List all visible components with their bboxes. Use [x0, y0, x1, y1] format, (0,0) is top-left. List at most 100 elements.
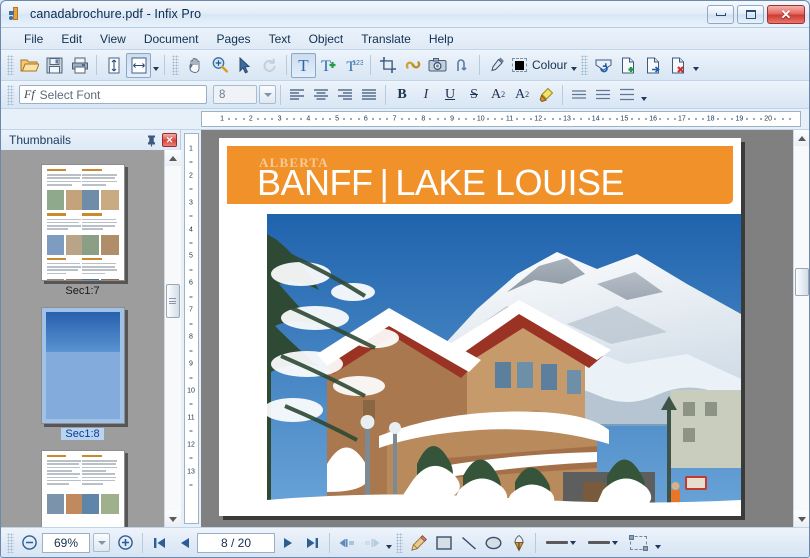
open-icon[interactable]	[17, 53, 42, 78]
maximize-button[interactable]	[737, 4, 764, 24]
underline-button[interactable]: U	[438, 84, 462, 106]
text-reflow-icon[interactable]: T 123	[341, 53, 366, 78]
toolbar-grip[interactable]	[7, 84, 14, 105]
align-left-icon[interactable]	[285, 84, 309, 106]
toolbar-grip[interactable]	[396, 532, 403, 553]
fit-dropdown-chevron-down-icon[interactable]	[151, 55, 160, 75]
zoom-out-icon[interactable]	[17, 531, 42, 554]
align-justify-icon[interactable]	[357, 84, 381, 106]
pages-dropdown-chevron-down-icon[interactable]	[691, 55, 700, 75]
menu-help[interactable]: Help	[420, 30, 463, 48]
toolbar-grip[interactable]	[7, 532, 14, 553]
scroll-down-icon[interactable]	[164, 511, 181, 527]
prev-page-icon[interactable]	[172, 531, 197, 554]
fit-page-icon[interactable]	[101, 53, 126, 78]
thumbnails-scrollbar[interactable]	[164, 150, 181, 527]
page-delete-icon[interactable]	[666, 53, 691, 78]
spacing-dropdown-chevron-down-icon[interactable]	[639, 85, 648, 105]
page-number-input[interactable]: 8 / 20	[197, 532, 275, 553]
print-icon[interactable]	[67, 53, 92, 78]
scrollbar-thumb[interactable]	[165, 284, 180, 318]
toolbar-grip[interactable]	[172, 55, 179, 75]
link-icon[interactable]	[400, 53, 425, 78]
strikethrough-button[interactable]: S	[462, 84, 486, 106]
pin-icon[interactable]	[145, 134, 158, 147]
scrollbar-track[interactable]	[164, 166, 181, 511]
font-select-combobox[interactable]: Ff Select Font	[19, 85, 207, 104]
menu-object[interactable]: Object	[300, 30, 353, 48]
undo-path-icon[interactable]	[450, 53, 475, 78]
line-dash-chevron-down-icon[interactable]	[612, 540, 618, 545]
line-weight-picker[interactable]	[546, 540, 576, 545]
nav-forward-icon[interactable]	[359, 531, 384, 554]
pencil-icon[interactable]	[406, 531, 431, 554]
list-item[interactable]: Sec1:8	[1, 307, 164, 450]
subscript-button[interactable]: A2	[510, 84, 534, 106]
thumbnails-scroll-area[interactable]: Sec1:7 Sec1:8	[1, 150, 164, 527]
line-icon[interactable]	[456, 531, 481, 554]
align-right-icon[interactable]	[333, 84, 357, 106]
last-page-icon[interactable]	[300, 531, 325, 554]
menu-translate[interactable]: Translate	[352, 30, 420, 48]
close-button[interactable]: ✕	[767, 4, 805, 24]
next-page-icon[interactable]	[275, 531, 300, 554]
zoom-in-icon[interactable]	[113, 531, 138, 554]
nav-dropdown-chevron-down-icon[interactable]	[384, 533, 393, 553]
toolbar-grip[interactable]	[7, 55, 14, 75]
line-dash-picker[interactable]	[588, 540, 618, 545]
list-item[interactable]: Sec1:7	[1, 164, 164, 307]
add-text-icon[interactable]: T	[316, 53, 341, 78]
colour-swatch[interactable]	[509, 53, 529, 78]
list-item[interactable]: Sec1:9	[1, 450, 164, 527]
document-scrollbar[interactable]	[793, 130, 809, 527]
eyedropper-icon[interactable]	[484, 53, 509, 78]
line-spacing-1-icon[interactable]	[567, 84, 591, 106]
menu-edit[interactable]: Edit	[52, 30, 91, 48]
menu-view[interactable]: View	[91, 30, 135, 48]
scrollbar-thumb[interactable]	[794, 268, 809, 296]
menu-document[interactable]: Document	[135, 30, 208, 48]
line-weight-chevron-down-icon[interactable]	[570, 540, 576, 545]
line-spacing-2-icon[interactable]	[591, 84, 615, 106]
page-export-icon[interactable]	[641, 53, 666, 78]
scroll-up-icon[interactable]	[793, 130, 809, 146]
menu-pages[interactable]: Pages	[208, 30, 260, 48]
save-icon[interactable]	[42, 53, 67, 78]
document-canvas[interactable]: ALBERTA BANFF | LAKE LOUISE	[201, 130, 793, 527]
pen-nib-icon[interactable]	[506, 531, 531, 554]
scrollbar-track[interactable]	[793, 146, 809, 511]
toolbar-grip[interactable]	[581, 55, 589, 75]
hand-tool-icon[interactable]	[182, 53, 207, 78]
bold-button[interactable]: B	[390, 84, 414, 106]
pdf-page[interactable]: ALBERTA BANFF | LAKE LOUISE	[219, 138, 741, 516]
menu-file[interactable]: File	[15, 30, 52, 48]
rectangle-icon[interactable]	[431, 531, 456, 554]
select-pointer-icon[interactable]	[232, 53, 257, 78]
line-spacing-3-icon[interactable]	[615, 84, 639, 106]
zoom-value-input[interactable]: 69%	[42, 532, 90, 553]
close-icon[interactable]: ✕	[162, 133, 177, 147]
text-tool-icon[interactable]: T	[291, 52, 316, 78]
shape-dropdown-chevron-down-icon[interactable]	[653, 533, 662, 553]
fit-width-icon[interactable]	[126, 52, 151, 78]
scroll-up-icon[interactable]	[164, 150, 181, 166]
nav-back-icon[interactable]	[334, 531, 359, 554]
menu-text[interactable]: Text	[260, 30, 300, 48]
ellipse-icon[interactable]	[481, 531, 506, 554]
superscript-button[interactable]: A2	[486, 84, 510, 106]
scroll-down-icon[interactable]	[793, 511, 809, 527]
minimize-button[interactable]	[707, 4, 734, 24]
zoom-tool-icon[interactable]	[207, 53, 232, 78]
highlight-icon[interactable]	[534, 84, 558, 106]
font-size-chevron-down-icon[interactable]	[259, 85, 276, 104]
page-add-icon[interactable]	[616, 53, 641, 78]
font-size-input[interactable]: 8	[213, 85, 257, 104]
italic-button[interactable]: I	[414, 84, 438, 106]
colour-dropdown-chevron-down-icon[interactable]	[569, 55, 578, 75]
zoom-chevron-down-icon[interactable]	[93, 533, 110, 552]
selection-box-icon[interactable]	[629, 534, 648, 551]
rotate-icon[interactable]	[257, 53, 282, 78]
first-page-icon[interactable]	[147, 531, 172, 554]
align-center-icon[interactable]	[309, 84, 333, 106]
crop-icon[interactable]	[375, 53, 400, 78]
